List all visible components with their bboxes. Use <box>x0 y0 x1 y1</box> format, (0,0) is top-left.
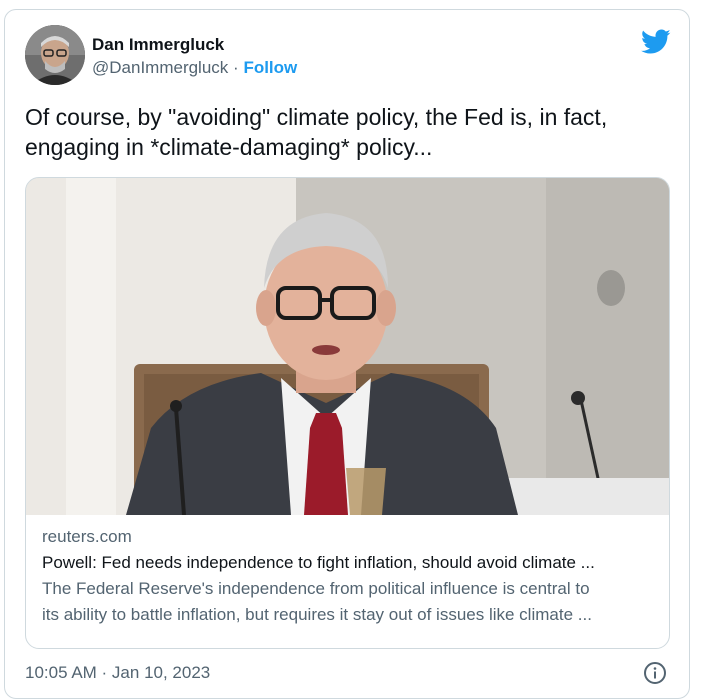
card-description-line: The Federal Reserve's independence from … <box>42 579 590 598</box>
avatar-photo <box>25 25 85 85</box>
link-card[interactable]: reuters.com Powell: Fed needs independen… <box>25 177 670 649</box>
display-name[interactable]: Dan Immergluck <box>92 34 297 56</box>
avatar[interactable] <box>25 25 85 85</box>
twitter-bird-icon[interactable] <box>641 29 671 55</box>
tweet-text-line: Of course, by "avoiding" climate policy,… <box>25 104 608 130</box>
handle[interactable]: @DanImmergluck <box>92 58 228 77</box>
card-body: reuters.com Powell: Fed needs independen… <box>42 524 657 628</box>
tweet-header: Dan Immergluck @DanImmergluck · Follow <box>25 25 671 87</box>
follow-button[interactable]: Follow <box>243 58 297 77</box>
card-description-line: its ability to battle inflation, but req… <box>42 605 592 624</box>
tweet-text-line: engaging in *climate-damaging* policy... <box>25 134 433 160</box>
tweet-footer: 10:05 AM · Jan 10, 2023 <box>25 661 671 689</box>
handle-row: @DanImmergluck · Follow <box>92 56 297 80</box>
author-info: Dan Immergluck @DanImmergluck · Follow <box>92 34 297 80</box>
tweet-card[interactable]: Dan Immergluck @DanImmergluck · Follow O… <box>4 9 690 699</box>
article-image[interactable] <box>26 178 670 515</box>
separator: · <box>233 58 239 77</box>
card-domain: reuters.com <box>42 527 132 546</box>
info-icon[interactable] <box>643 661 667 685</box>
timestamp[interactable]: 10:05 AM · Jan 10, 2023 <box>25 663 210 682</box>
card-title[interactable]: Powell: Fed needs independence to fight … <box>42 550 657 576</box>
tweet-text: Of course, by "avoiding" climate policy,… <box>25 102 675 162</box>
